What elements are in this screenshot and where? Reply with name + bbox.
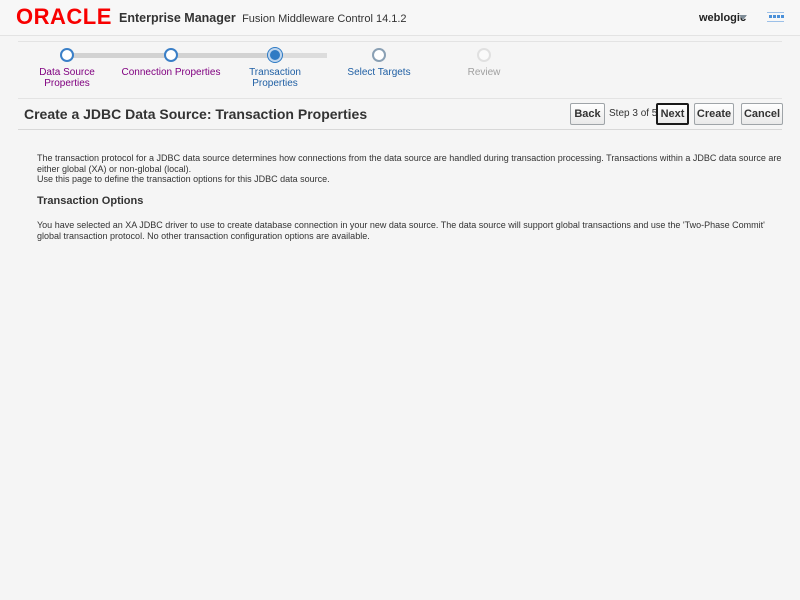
train-step-1-node[interactable] (60, 48, 74, 62)
next-button[interactable]: Next (656, 103, 689, 125)
back-button[interactable]: Back (570, 103, 605, 125)
train-track-segment (171, 53, 275, 58)
transaction-options-text: You have selected an XA JDBC driver to u… (37, 220, 765, 241)
train-step-2-node[interactable] (164, 48, 178, 62)
product-subtitle: Fusion Middleware Control 14.1.2 (242, 13, 407, 25)
cancel-button[interactable]: Cancel (741, 103, 783, 125)
train-step-2-label[interactable]: Connection Properties (121, 67, 221, 78)
train-step-3-node (268, 48, 282, 62)
page-title: Create a JDBC Data Source: Transaction P… (24, 106, 368, 122)
chevron-down-icon[interactable] (739, 15, 747, 20)
app-header: ORACLE Enterprise Manager Fusion Middlew… (0, 0, 800, 36)
product-name: Enterprise Manager (119, 11, 236, 25)
train-track-segment (275, 53, 327, 58)
create-button[interactable]: Create (694, 103, 734, 125)
train-step-4-node[interactable] (372, 48, 386, 62)
train-step-5-label: Review (467, 67, 501, 78)
intro-instruction: Use this page to define the transaction … (37, 174, 330, 184)
section-title: Transaction Options (37, 195, 144, 207)
train-step-3-label: Transaction Properties (249, 67, 301, 89)
train-track-segment (67, 53, 171, 58)
menu-dots-icon (768, 14, 784, 20)
train-step-4-label[interactable]: Select Targets (339, 67, 419, 78)
wizard-train: Data Source Properties Connection Proper… (18, 41, 782, 99)
step-indicator: Step 3 of 5 (609, 108, 658, 119)
train-step-5-node (477, 48, 491, 62)
page-header: Create a JDBC Data Source: Transaction P… (18, 99, 783, 130)
oracle-logo: ORACLE (16, 4, 112, 29)
product-title: Enterprise Manager Fusion Middleware Con… (119, 11, 407, 26)
train-step-1-label[interactable]: Data Source Properties (37, 67, 97, 89)
intro-paragraph: The transaction protocol for a JDBC data… (37, 153, 782, 174)
intro-text: The transaction protocol for a JDBC data… (37, 153, 787, 185)
